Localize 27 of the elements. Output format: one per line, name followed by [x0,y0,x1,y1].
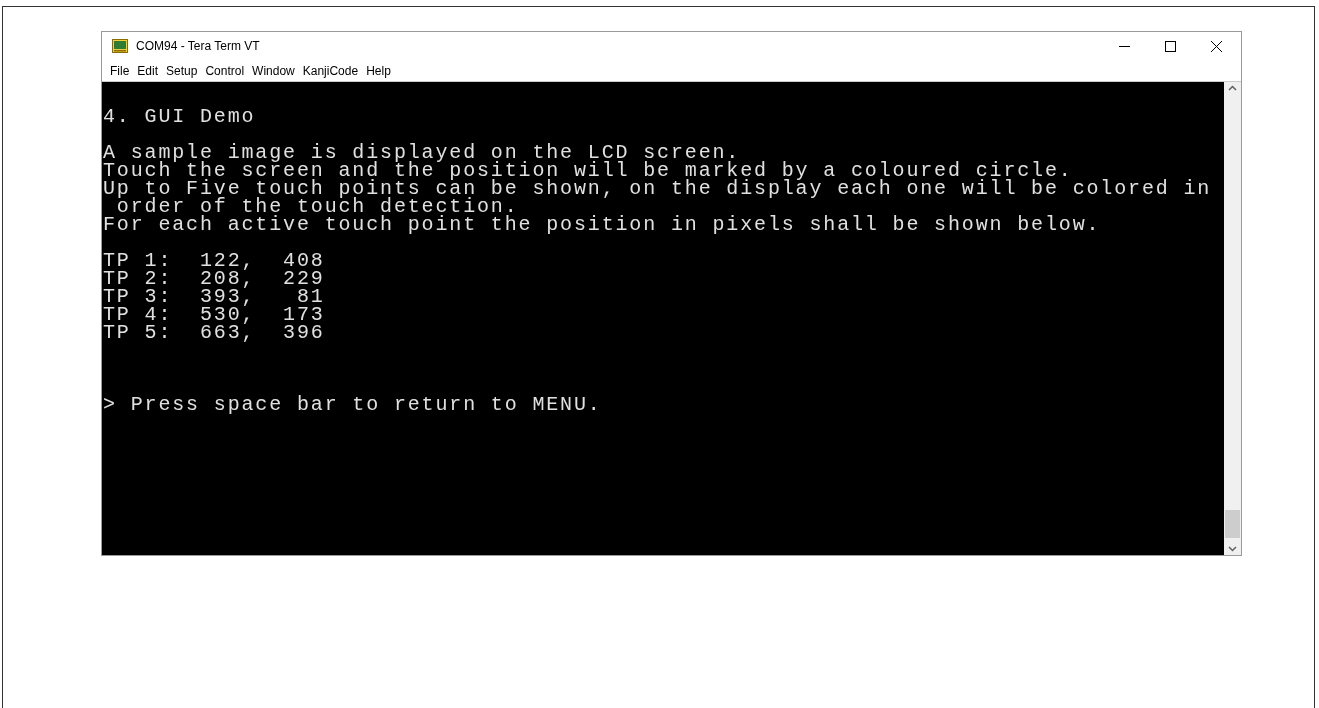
terminal-line: For each active touch point the position in pixels shall be shown below. [103,216,1101,234]
terminal-line: TP 4: 530, 173 [103,306,325,324]
menu-item[interactable]: File [107,61,133,80]
scrollbar-thumb[interactable] [1225,510,1240,538]
menu-item[interactable]: Setup [163,61,201,80]
terminal-line: Up to Five touch points can be shown, on the display each one will be colored in [103,180,1212,198]
menu-item[interactable]: KanjiCode [299,61,362,80]
scroll-down-icon[interactable] [1228,546,1237,552]
menu-item[interactable]: Control [202,61,248,80]
terminal-line: Touch the screen and the position will be marked by a coloured circle. [103,162,1073,180]
app-icon [112,39,128,53]
terminal-line: 4. GUI Demo [103,108,256,126]
scroll-up-icon[interactable] [1228,85,1237,91]
maximize-icon [1164,40,1176,52]
terminal-line: TP 3: 393, 81 [103,288,325,306]
terminal-line: A sample image is displayed on the LCD screen. [103,144,741,162]
terminal-line: > Press space bar to return to MENU. [103,396,602,414]
minimize-icon [1118,45,1130,47]
terminal-line: TP 1: 122, 408 [103,252,325,270]
terminal-line: TP 2: 208, 229 [103,270,325,288]
window-title: COM94 - Tera Term VT [136,38,260,55]
menu-item[interactable]: Help [363,61,394,80]
terminal-line: order of the touch detection. [116,198,519,216]
terminal-line: TP 5: 663, 396 [103,324,325,342]
menu-item[interactable]: Window [249,61,298,80]
close-icon [1210,40,1222,52]
menu-item[interactable]: Edit [134,61,162,80]
